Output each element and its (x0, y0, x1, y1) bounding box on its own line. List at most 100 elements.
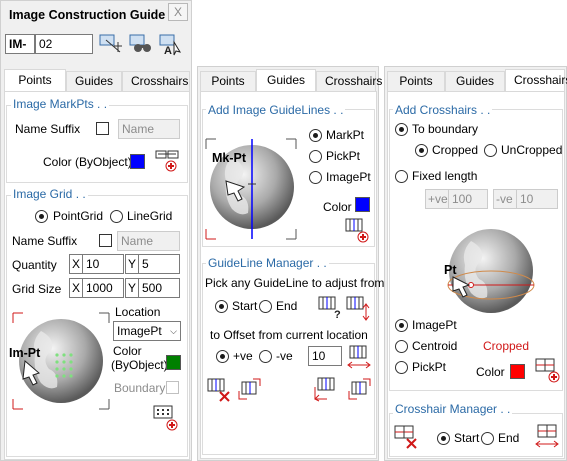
to-boundary-radio[interactable] (395, 123, 408, 136)
tab-points[interactable]: Points (387, 71, 445, 91)
name-suffix-input[interactable]: Name (118, 119, 180, 139)
text-cursor-icon: A (159, 34, 182, 57)
grid-size-x-input[interactable]: 1000 (82, 278, 124, 298)
add-grid-icon (153, 405, 178, 431)
offset-guideline-button[interactable] (347, 345, 373, 369)
add-guideline-icon (345, 218, 369, 243)
grid-globe-illustration (12, 312, 110, 410)
delete-guideline-icon (207, 378, 230, 402)
quantity-x-label: X (69, 254, 82, 274)
offset-label: to Offset from current location (210, 328, 368, 342)
pick-point-button[interactable] (98, 32, 124, 56)
offset-minus-radio[interactable] (259, 350, 272, 363)
ch-end-label: End (498, 431, 520, 445)
location-select[interactable]: ImagePt ⌵ (113, 321, 181, 341)
tab-guides[interactable]: Guides (445, 71, 505, 91)
offset-value-input[interactable]: 10 (308, 346, 342, 366)
guides-color-swatch[interactable] (355, 197, 370, 212)
grid-name-suffix-checkbox[interactable] (99, 234, 112, 247)
imagept-radio[interactable] (309, 171, 322, 184)
markpts-color-swatch[interactable] (130, 154, 145, 169)
grid-size-label: Grid Size (12, 282, 62, 296)
ch-imagept-radio[interactable] (395, 319, 408, 332)
name-suffix-label: Name Suffix (15, 122, 81, 136)
linegrid-radio[interactable] (110, 210, 123, 223)
adjust-crosshair-button[interactable] (535, 424, 561, 448)
add-guideline-button[interactable] (345, 217, 371, 243)
offset-plus-radio[interactable] (216, 350, 229, 363)
tab-crosshairs[interactable]: Crosshairs (316, 71, 382, 91)
grid-name-suffix-input[interactable]: Name (117, 231, 180, 251)
binoculars-icon (129, 34, 151, 52)
fixed-length-radio[interactable] (395, 170, 408, 183)
grid-size-y-input[interactable]: 500 (138, 278, 180, 298)
cropped-radio[interactable] (415, 144, 428, 157)
quantity-y-input[interactable]: 5 (138, 254, 180, 274)
ch-end-radio[interactable] (481, 432, 494, 445)
ch-color-swatch[interactable] (510, 364, 525, 379)
panel-image-construction: Image Construction Guide . . X IM- 02 A … (0, 0, 192, 461)
grid-color-label-2: (ByObject) (111, 358, 168, 372)
crosshair-manager-title: Crosshair Manager . . (393, 402, 513, 416)
tab-points[interactable]: Points (200, 71, 256, 91)
pick-point-icon (99, 34, 122, 53)
uncropped-radio[interactable] (484, 144, 497, 157)
chevron-down-icon: ⌵ (170, 326, 177, 336)
add-markpt-button[interactable] (154, 149, 180, 173)
binocular-button[interactable] (128, 32, 154, 56)
tab-crosshairs[interactable]: Crosshairs (122, 71, 190, 91)
query-guideline-icon: ? (318, 296, 341, 321)
tab-guides[interactable]: Guides (66, 71, 122, 91)
extend-guideline-button[interactable] (237, 377, 263, 401)
im-number-input[interactable]: 02 (35, 34, 93, 54)
grid-color-swatch[interactable] (166, 355, 181, 370)
guides-color-label: Color (323, 200, 352, 214)
markpt-label: MarkPt (326, 128, 365, 142)
guideline-end-label: End (276, 299, 298, 313)
pickpt-radio[interactable] (309, 150, 322, 163)
grid-globe-label: Im-Pt (9, 346, 41, 360)
markpt-radio[interactable] (309, 129, 322, 142)
guideline-end-radio[interactable] (259, 300, 272, 313)
offset-plus-label: +ve (233, 349, 253, 363)
offset-minus-label: -ve (276, 349, 293, 363)
quantity-x-input[interactable]: 10 (82, 254, 124, 274)
delete-crosshair-icon (394, 425, 417, 449)
grid-color-label-1: Color (113, 344, 142, 358)
delete-guideline-button[interactable] (207, 377, 233, 402)
ch-color-label: Color (476, 365, 505, 379)
adjust-vertical-icon (346, 296, 370, 321)
trim-guideline-button[interactable] (347, 377, 373, 401)
boundary-checkbox[interactable] (166, 381, 179, 394)
name-suffix-checkbox[interactable] (96, 122, 109, 135)
centroid-radio[interactable] (395, 340, 408, 353)
panel-guides: Points Guides Crosshairs Add Image Guide… (197, 66, 384, 461)
copy-guideline-button[interactable] (313, 377, 339, 402)
ch-imagept-label: ImagePt (412, 318, 457, 332)
add-guidelines-title: Add Image GuideLines . . (206, 103, 346, 117)
imagept-label: ImagePt (326, 170, 371, 184)
text-annotate-button[interactable]: A (158, 32, 184, 57)
delete-crosshair-button[interactable] (394, 424, 420, 449)
query-guideline-button[interactable]: ? (318, 295, 344, 321)
pointgrid-radio[interactable] (35, 210, 48, 223)
guideline-start-radio[interactable] (215, 300, 228, 313)
ch-start-radio[interactable] (437, 432, 450, 445)
close-button[interactable]: X (168, 3, 188, 21)
extend-corner-icon (238, 378, 261, 400)
location-select-value: ImagePt (117, 324, 162, 338)
tab-points[interactable]: Points (4, 69, 66, 91)
add-crosshair-button[interactable] (535, 357, 561, 383)
ch-pickpt-radio[interactable] (395, 361, 408, 374)
cropped-label: Cropped (432, 143, 479, 157)
add-crosshairs-title: Add Crosshairs . . (393, 103, 493, 117)
crosshair-globe-label: Pt (444, 263, 457, 277)
plus-length-input[interactable]: 100 (448, 189, 488, 209)
add-grid-button[interactable] (153, 405, 179, 431)
tab-guides[interactable]: Guides (256, 69, 316, 91)
trim-corner-icon (348, 378, 371, 400)
minus-length-input[interactable]: 10 (516, 189, 558, 209)
tab-crosshairs[interactable]: Crosshairs (505, 69, 567, 91)
guideline-start-label: Start (232, 299, 258, 313)
adjust-guideline-button[interactable] (346, 295, 372, 321)
